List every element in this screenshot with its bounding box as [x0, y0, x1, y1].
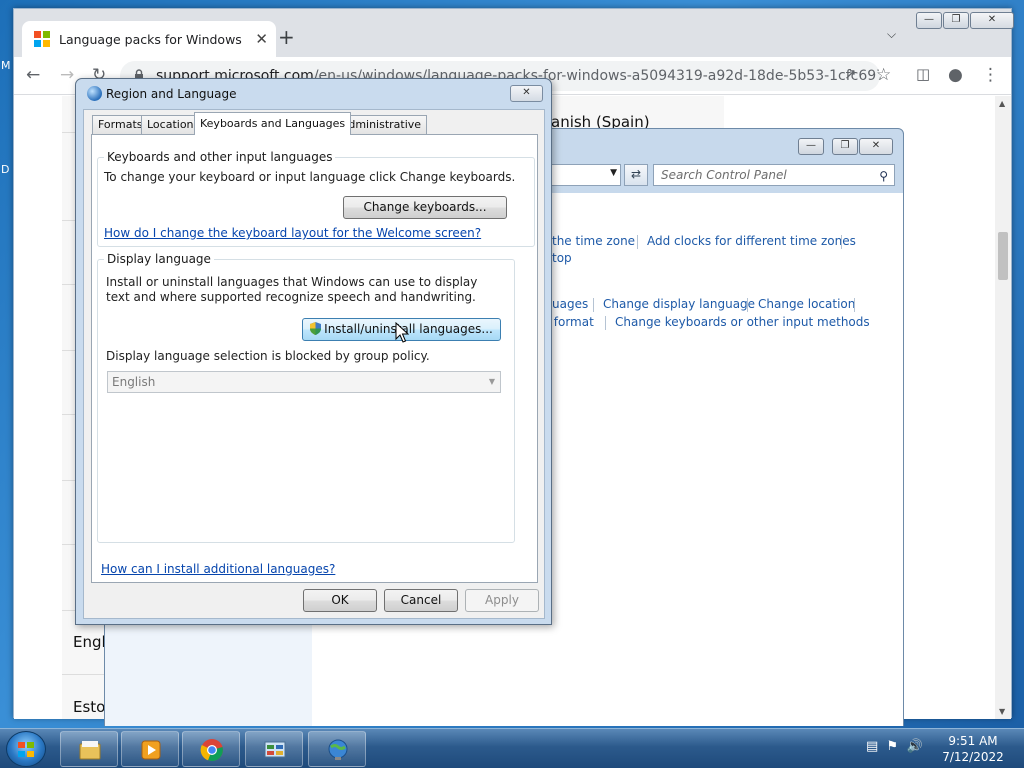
uac-shield-icon — [310, 322, 322, 335]
taskbar-chrome[interactable] — [182, 731, 240, 767]
cp-maximize-button[interactable]: ❐ — [832, 138, 858, 155]
install-additional-languages-link[interactable]: How can I install additional languages? — [101, 562, 335, 576]
link-desktop[interactable]: top — [552, 251, 572, 265]
tab-close-icon[interactable]: ✕ — [255, 30, 268, 48]
clock-date: 7/12/2022 — [942, 750, 1004, 764]
tab-location[interactable]: Location — [141, 115, 200, 134]
cp-address-bar[interactable]: ▼ — [549, 164, 621, 186]
region-language-dialog: Region and Language ✕ Formats Location K… — [75, 78, 552, 625]
profile-avatar-icon[interactable]: ● — [948, 65, 963, 85]
cp-search-placeholder: Search Control Panel — [661, 168, 787, 182]
welcome-screen-link[interactable]: How do I change the keyboard layout for … — [104, 226, 481, 240]
windows-logo-icon — [18, 742, 34, 757]
taskbar-region-language[interactable] — [308, 731, 366, 767]
side-panel-icon[interactable]: ◫ — [916, 65, 930, 83]
page-language-english: Engl — [73, 633, 106, 651]
browser-tab[interactable]: Language packs for Windows ✕ — [22, 21, 276, 57]
bookmark-star-icon[interactable]: ☆ — [876, 65, 891, 85]
cp-close-button[interactable]: ✕ — [859, 138, 893, 155]
tab-title: Language packs for Windows — [59, 31, 242, 47]
tab-search-chevron-icon[interactable]: ⌵ — [887, 27, 896, 42]
chrome-menu-icon[interactable]: ⋮ — [982, 65, 999, 85]
mouse-pointer-icon — [395, 322, 409, 343]
microsoft-logo-icon — [34, 31, 50, 47]
change-keyboards-button[interactable]: Change keyboards... — [343, 196, 507, 219]
link-format[interactable]: r format — [545, 315, 594, 329]
search-icon[interactable]: ⚲ — [879, 166, 888, 186]
scroll-down-icon[interactable]: ▼ — [999, 707, 1005, 716]
display-language-description: Install or uninstall languages that Wind… — [106, 275, 478, 304]
dialog-title: Region and Language — [106, 87, 237, 101]
desktop-text-m: M — [1, 59, 11, 72]
new-tab-button[interactable]: + — [278, 25, 295, 49]
display-language-value: English — [112, 375, 156, 389]
link-languages[interactable]: uages — [552, 297, 588, 311]
chrome-tab-strip: Language packs for Windows ✕ + ⌵ — ❐ ✕ — [14, 9, 1014, 57]
cp-refresh-button[interactable]: ⇄ — [624, 164, 648, 186]
control-panel-icon — [264, 741, 286, 758]
cancel-button[interactable]: Cancel — [384, 589, 458, 612]
tab-keyboards-and-languages[interactable]: Keyboards and Languages — [194, 112, 352, 135]
blocked-by-policy-text: Display language selection is blocked by… — [106, 349, 430, 363]
page-language-estonian: Esto — [73, 698, 106, 716]
forward-icon[interactable]: → — [60, 65, 74, 85]
minimize-button[interactable]: — — [916, 12, 942, 29]
maximize-button[interactable]: ❐ — [943, 12, 969, 29]
start-button[interactable] — [6, 731, 46, 767]
clock-time: 9:51 AM — [948, 734, 998, 748]
chrome-icon — [200, 739, 223, 762]
desktop-text-d: D — [1, 163, 10, 176]
display-language-select[interactable]: English ▼ — [107, 371, 501, 393]
globe-clock-icon — [328, 739, 348, 760]
keyboards-group-caption: Keyboards and other input languages — [104, 150, 336, 164]
link-change-location[interactable]: Change location — [758, 297, 855, 311]
close-button[interactable]: ✕ — [970, 12, 1014, 29]
page-scrollbar[interactable]: ▲ ▼ — [995, 96, 1011, 719]
link-time-zone[interactable]: the time zone — [552, 234, 635, 248]
scrollbar-thumb[interactable] — [998, 232, 1008, 280]
display-language-group: Display language Install or uninstall la… — [97, 252, 515, 543]
chevron-down-icon: ▼ — [488, 377, 495, 386]
ok-button[interactable]: OK — [303, 589, 377, 612]
dialog-close-button[interactable]: ✕ — [510, 85, 543, 102]
globe-icon — [87, 86, 102, 101]
back-icon[interactable]: ← — [26, 65, 40, 85]
cp-minimize-button[interactable]: — — [798, 138, 824, 155]
taskbar-clock[interactable]: 9:51 AM 7/12/2022 — [940, 733, 1006, 765]
taskbar-media-player[interactable] — [121, 731, 179, 767]
cp-search-input[interactable]: Search Control Panel ⚲ — [653, 164, 895, 186]
keyboards-group: Keyboards and other input languages To c… — [97, 150, 535, 247]
tray-icons[interactable]: ▤ ⚑ 🔊 — [866, 739, 923, 754]
dialog-body: Formats Location Keyboards and Languages… — [83, 109, 545, 619]
scroll-up-icon[interactable]: ▲ — [999, 99, 1005, 108]
taskbar-explorer[interactable] — [60, 731, 118, 767]
display-language-caption: Display language — [104, 252, 214, 266]
link-change-display-language[interactable]: Change display language — [603, 297, 755, 311]
share-icon[interactable]: ↗ — [844, 65, 857, 83]
tab-panel: Keyboards and other input languages To c… — [91, 134, 538, 583]
folder-icon — [79, 741, 101, 760]
media-player-icon — [141, 740, 161, 760]
link-add-clocks[interactable]: Add clocks for different time zones — [647, 234, 856, 248]
link-change-keyboards[interactable]: Change keyboards or other input methods — [615, 315, 870, 329]
chevron-down-icon[interactable]: ▼ — [610, 168, 617, 178]
apply-button[interactable]: Apply — [465, 589, 539, 612]
taskbar-control-panel[interactable] — [245, 731, 303, 767]
taskbar: ▤ ⚑ 🔊 9:51 AM 7/12/2022 — [0, 728, 1024, 768]
keyboards-description: To change your keyboard or input languag… — [104, 170, 516, 184]
